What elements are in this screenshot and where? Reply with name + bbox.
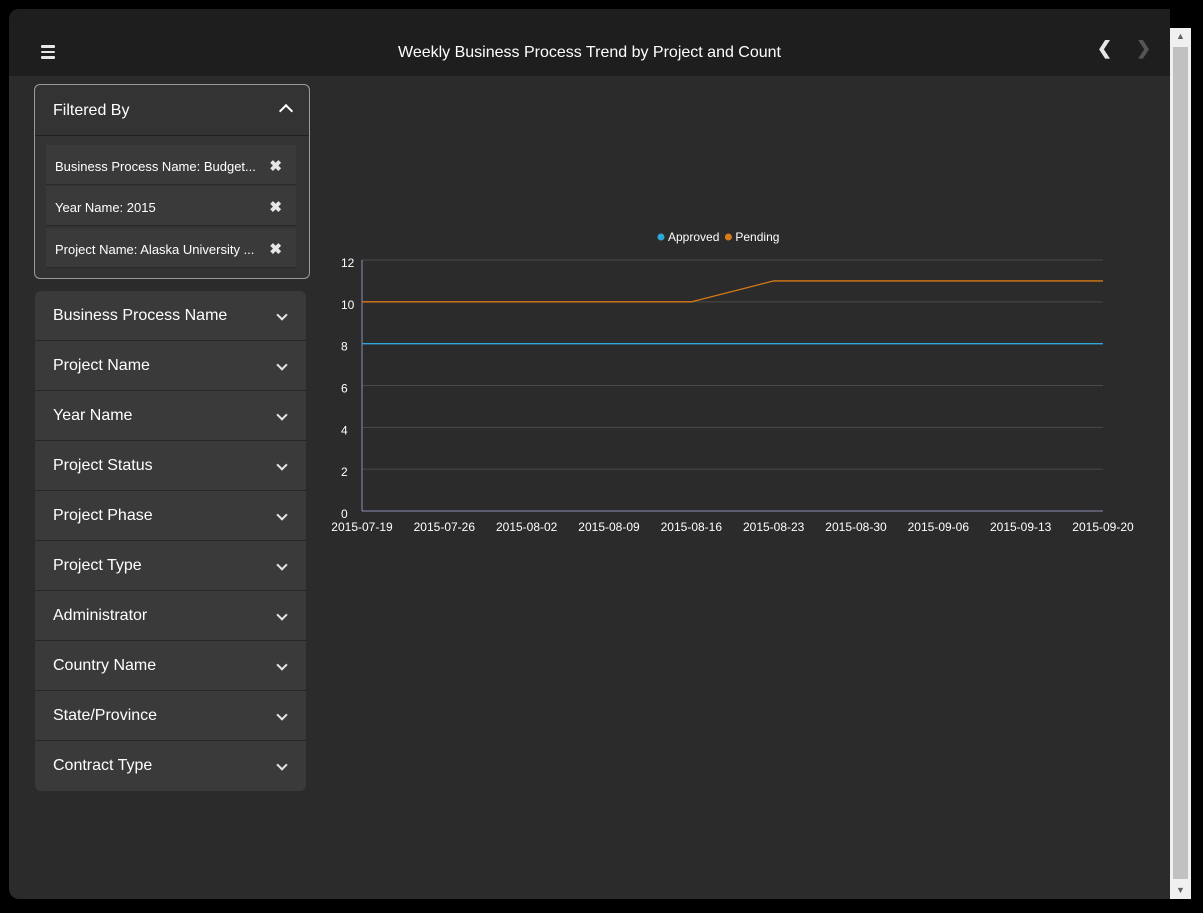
accordion-item-label: Year Name [53,407,133,424]
y-tick-label: 0 [341,507,348,521]
close-icon[interactable]: ✖ [269,157,282,175]
accordion-item-label: Contract Type [53,757,153,774]
accordion-item-state-province[interactable]: State/Province [35,691,306,741]
scrollbar-thumb[interactable] [1173,47,1188,879]
chevron-up-icon[interactable] [278,103,294,119]
chevron-down-icon [276,709,288,721]
legend-item-pending[interactable]: Pending [724,230,780,244]
scroll-up-arrow-icon[interactable]: ▲ [1170,28,1191,45]
filter-chip: Year Name: 2015 ✖ [46,186,296,226]
accordion-item-label: Country Name [53,657,157,674]
filter-chip-label: Project Name: Alaska University ... [55,242,255,257]
x-tick-label: 2015-08-30 [825,520,887,534]
close-icon[interactable]: ✖ [269,240,282,258]
accordion-item-project-name[interactable]: Project Name [35,341,306,391]
x-tick-label: 2015-09-06 [908,520,970,534]
x-tick-label: 2015-08-16 [661,520,723,534]
accordion-item-label: Project Phase [53,507,153,524]
legend-item-approved[interactable]: Approved [657,230,720,244]
close-icon[interactable]: ✖ [269,198,282,216]
y-tick-label: 2 [341,465,348,479]
accordion-item-label: Project Type [53,557,142,574]
legend-label: Pending [735,230,779,244]
scroll-down-arrow-icon[interactable]: ▼ [1170,882,1191,899]
chevron-down-icon [276,359,288,371]
accordion-item-project-type[interactable]: Project Type [35,541,306,591]
legend-marker [724,233,732,241]
accordion-item-project-phase[interactable]: Project Phase [35,491,306,541]
accordion-item-label: Administrator [53,607,148,624]
x-tick-label: 2015-08-09 [578,520,640,534]
accordion-item-label: Project Status [53,457,153,474]
chevron-down-icon [276,659,288,671]
accordion-item-business-process-name[interactable]: Business Process Name [35,291,306,341]
x-tick-label: 2015-07-19 [331,520,393,534]
x-tick-label: 2015-08-23 [743,520,805,534]
app-window: Weekly Business Process Trend by Project… [9,9,1170,899]
accordion-item-project-status[interactable]: Project Status [35,441,306,491]
chevron-down-icon [276,509,288,521]
accordion-item-label: Business Process Name [53,307,228,324]
filter-accordion: Business Process Name Project Name Year … [35,291,306,791]
chevron-down-icon [276,559,288,571]
series-line-pending[interactable] [362,280,1103,303]
x-tick-label: 2015-07-26 [414,520,476,534]
filter-panel-title: Filtered By [53,102,130,119]
y-tick-label: 8 [341,340,348,354]
y-tick-label: 4 [341,423,348,437]
accordion-item-label: Project Name [53,357,150,374]
accordion-item-administrator[interactable]: Administrator [35,591,306,641]
chevron-down-icon [276,309,288,321]
accordion-item-country-name[interactable]: Country Name [35,641,306,691]
filter-chip-label: Year Name: 2015 [55,200,156,215]
accordion-item-label: State/Province [53,707,158,724]
x-tick-label: 2015-09-20 [1072,520,1134,534]
legend-label: Approved [668,230,719,244]
filter-panel-header[interactable]: Filtered By [35,85,309,136]
accordion-item-contract-type[interactable]: Contract Type [35,741,306,791]
chevron-down-icon [276,409,288,421]
filter-chip: Business Process Name: Budget... ✖ [46,145,296,185]
accordion-item-year-name[interactable]: Year Name [35,391,306,441]
x-tick-label: 2015-08-02 [496,520,558,534]
y-tick-label: 12 [341,256,355,270]
y-tick-label: 10 [341,298,355,312]
vertical-scrollbar[interactable]: ▲ ▼ [1170,28,1191,899]
chevron-down-icon [276,459,288,471]
legend-marker [657,233,665,241]
filter-chip: Project Name: Alaska University ... ✖ [46,228,296,268]
filter-chip-label: Business Process Name: Budget... [55,159,256,174]
chevron-down-icon [276,609,288,621]
filter-panel: Filtered By Business Process Name: Budge… [34,84,310,279]
x-tick-label: 2015-09-13 [990,520,1052,534]
y-tick-label: 6 [341,382,348,396]
chevron-down-icon [276,759,288,771]
